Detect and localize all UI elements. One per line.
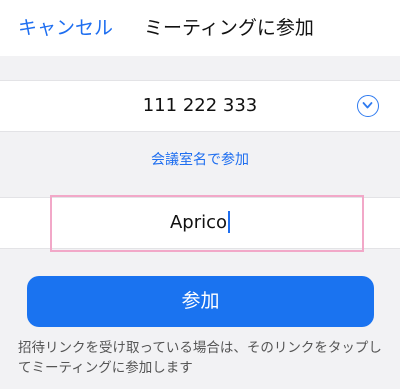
- text-caret: [228, 210, 231, 233]
- name-input[interactable]: Aprico: [60, 204, 340, 242]
- name-input-value: Aprico: [169, 212, 228, 233]
- join-by-room-name-link[interactable]: 会議室名で参加: [0, 150, 400, 170]
- chevron-down-icon[interactable]: [357, 95, 379, 117]
- navigation-bar: キャンセル ミーティングに参加: [0, 0, 400, 56]
- meeting-id-value[interactable]: 111 222 333: [0, 81, 400, 131]
- page-title: ミーティングに参加: [144, 17, 314, 39]
- cancel-button[interactable]: キャンセル: [18, 15, 113, 41]
- join-button[interactable]: 参加: [27, 276, 374, 327]
- meeting-id-field[interactable]: 111 222 333: [0, 80, 400, 132]
- invite-link-hint: 招待リンクを受け取っている場合は、そのリンクをタップしてミーティングに参加します: [18, 340, 382, 376]
